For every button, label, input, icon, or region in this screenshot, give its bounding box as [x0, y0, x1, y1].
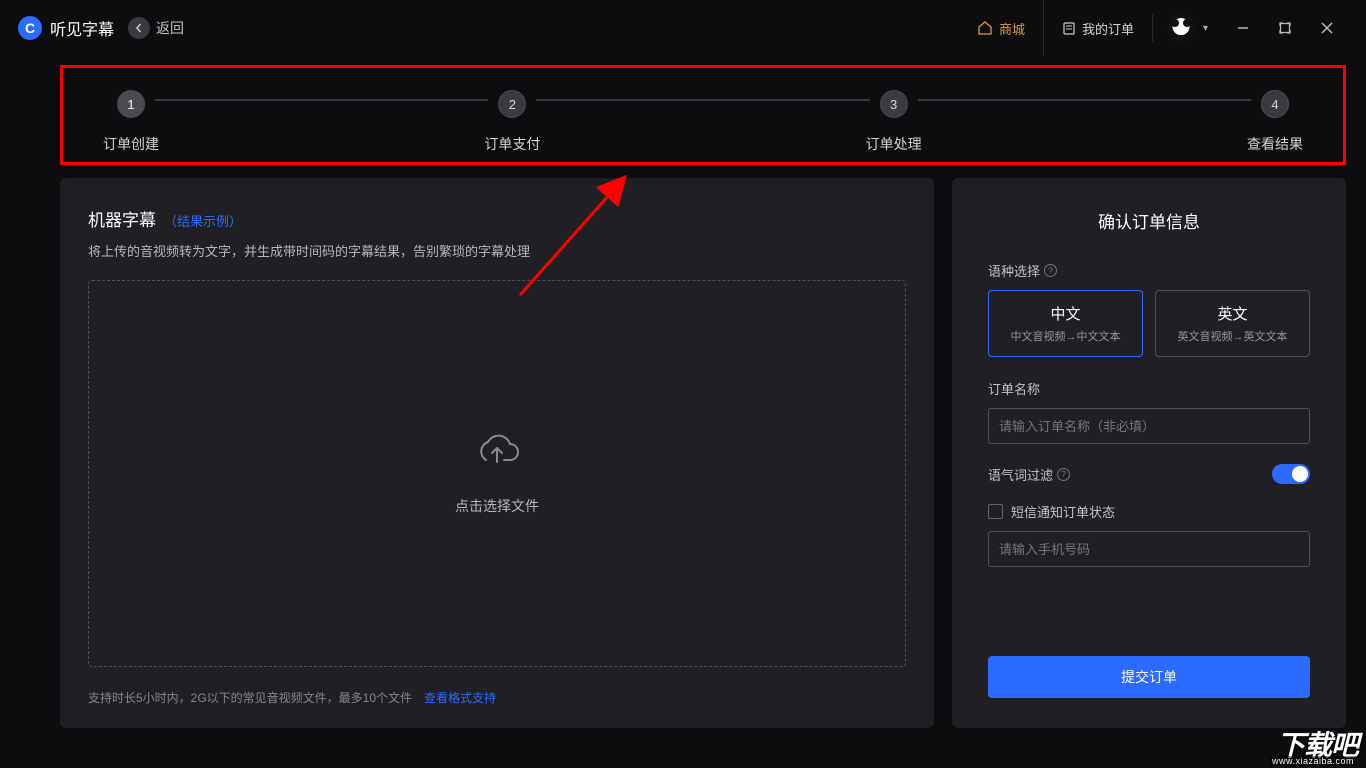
step-connector: [918, 99, 1251, 101]
app-name: 听见字幕: [50, 16, 114, 40]
minimize-button[interactable]: [1222, 0, 1264, 56]
sms-label: 短信通知订单状态: [1011, 502, 1115, 521]
orders-icon: [1062, 21, 1076, 35]
maximize-button[interactable]: [1264, 0, 1306, 56]
step-3: 3 订单处理: [866, 90, 922, 154]
my-orders-link[interactable]: 我的订单: [1043, 0, 1152, 56]
step-4: 4 查看结果: [1247, 90, 1303, 154]
sms-checkbox[interactable]: [988, 504, 1003, 519]
upload-dropzone[interactable]: 点击选择文件: [88, 280, 906, 667]
example-link[interactable]: （结果示例）: [164, 211, 242, 230]
upload-label: 点击选择文件: [455, 496, 539, 516]
chevron-down-icon: ▾: [1203, 23, 1208, 34]
upload-panel: 机器字幕 （结果示例） 将上传的音视频转为文字，并生成带时间码的字幕结果，告别繁…: [60, 178, 934, 728]
form-title: 确认订单信息: [988, 208, 1310, 233]
language-option-chinese[interactable]: 中文 中文音视频→中文文本: [988, 290, 1143, 357]
back-button[interactable]: 返回: [128, 17, 184, 39]
chevron-left-icon: [128, 17, 150, 39]
info-icon[interactable]: ?: [1044, 264, 1057, 277]
mall-icon: [977, 20, 993, 36]
step-2: 2 订单支付: [484, 90, 540, 154]
back-label: 返回: [156, 18, 184, 38]
mall-link[interactable]: 商城: [959, 0, 1043, 56]
panel-description: 将上传的音视频转为文字，并生成带时间码的字幕结果，告别繁琐的字幕处理: [88, 241, 906, 260]
user-menu[interactable]: ▾: [1152, 14, 1222, 42]
app-logo: C 听见字幕: [18, 16, 114, 40]
watermark-url: www.xiazaiba.com: [1270, 756, 1356, 766]
order-form-panel: 确认订单信息 语种选择 ? 中文 中文音视频→中文文本 英文 英文音视频→英文文…: [952, 178, 1346, 728]
order-name-input[interactable]: [988, 408, 1310, 444]
language-label: 语种选择 ?: [988, 261, 1310, 280]
language-option-english[interactable]: 英文 英文音视频→英文文本: [1155, 290, 1310, 357]
panel-title: 机器字幕: [88, 206, 156, 231]
step-connector: [536, 99, 869, 101]
close-button[interactable]: [1306, 0, 1348, 56]
upload-hint: 支持时长5小时内，2G以下的常见音视频文件，最多10个文件: [88, 689, 412, 706]
logo-icon: C: [18, 16, 42, 40]
progress-steps: 1 订单创建 2 订单支付 3 订单处理 4 查看结果: [60, 65, 1346, 165]
step-connector: [155, 99, 488, 101]
filter-label: 语气词过滤 ?: [988, 465, 1070, 484]
info-icon[interactable]: ?: [1057, 468, 1070, 481]
phone-input[interactable]: [988, 531, 1310, 567]
submit-order-button[interactable]: 提交订单: [988, 656, 1310, 698]
filter-toggle[interactable]: [1272, 464, 1310, 484]
format-support-link[interactable]: 查看格式支持: [424, 689, 496, 706]
cloud-upload-icon: [474, 432, 520, 480]
step-1: 1 订单创建: [103, 90, 159, 154]
avatar-icon: [1167, 14, 1195, 42]
order-name-label: 订单名称: [988, 379, 1310, 398]
